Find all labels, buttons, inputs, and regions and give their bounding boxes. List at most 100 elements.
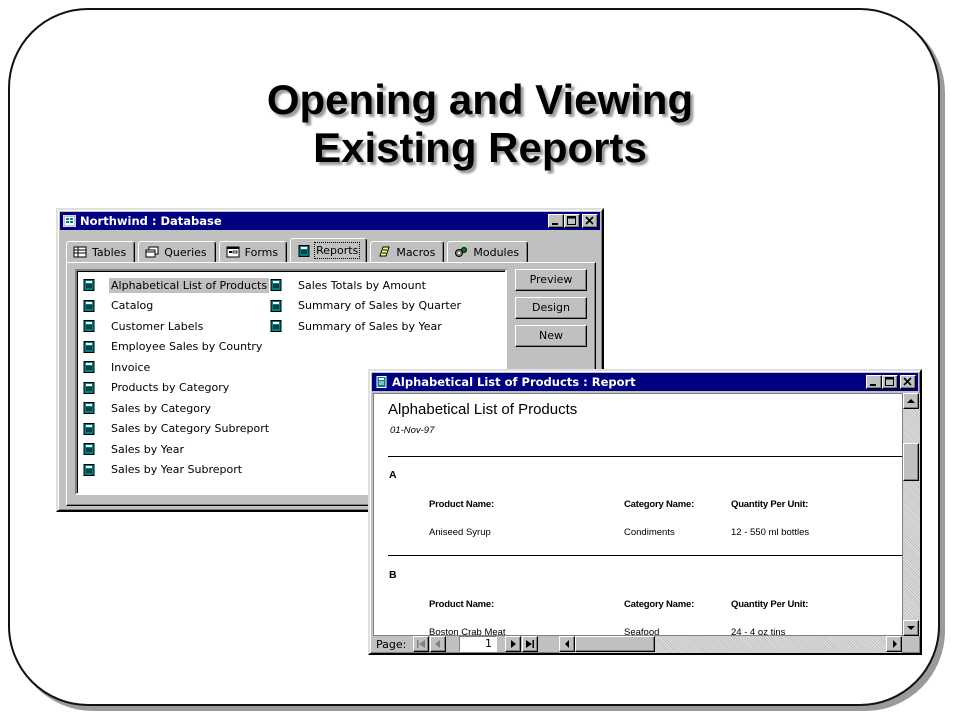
scroll-left-button[interactable] <box>559 636 575 652</box>
report-list-item[interactable]: Summary of Sales by Year <box>270 316 463 337</box>
cell-quantity-per-unit: 24 - 4 oz tins <box>731 627 786 636</box>
report-icon <box>270 299 282 312</box>
close-icon <box>903 377 912 386</box>
database-window-titlebar[interactable]: Northwind : Database <box>60 212 600 230</box>
last-page-button[interactable] <box>522 636 538 652</box>
report-list-item[interactable]: Customer Labels <box>83 316 271 337</box>
report-icon <box>83 463 95 476</box>
scroll-right-button[interactable] <box>886 636 902 652</box>
report-list-item-label: Sales by Category <box>111 401 212 415</box>
maximize-icon <box>567 216 576 225</box>
vertical-scroll-thumb[interactable] <box>903 443 919 481</box>
report-list-item-label: Invoice <box>111 360 151 374</box>
report-list-item-label: Products by Category <box>111 381 230 395</box>
next-page-button[interactable] <box>505 636 521 652</box>
report-list-item-label: Alphabetical List of Products <box>109 277 270 293</box>
report-icon <box>83 279 95 292</box>
report-window[interactable]: Alphabetical List of Products : Report A… <box>368 369 922 655</box>
cell-quantity-per-unit: 12 - 550 ml bottles <box>731 527 810 538</box>
minimize-button[interactable] <box>866 375 882 389</box>
page-number-input[interactable]: 1 <box>459 636 497 652</box>
horizontal-scrollbar[interactable] <box>559 636 902 653</box>
report-icon <box>376 376 387 388</box>
column-header-quantity-per-unit: Quantity Per Unit: <box>731 499 809 510</box>
database-window-title: Northwind : Database <box>80 214 222 228</box>
report-list-item[interactable]: Employee Sales by Country <box>83 337 271 358</box>
maximize-icon <box>885 377 894 386</box>
table-icon <box>73 246 87 258</box>
report-list-item[interactable]: Alphabetical List of Products <box>83 275 271 296</box>
report-list-item-label: Summary of Sales by Year <box>298 319 442 333</box>
preview-button[interactable]: Preview <box>515 269 587 291</box>
minimize-icon <box>552 223 558 225</box>
tab-modules[interactable]: Modules <box>447 241 529 262</box>
report-list-item-label: Sales Totals by Amount <box>298 278 426 292</box>
report-icon <box>83 443 95 456</box>
maximize-button[interactable] <box>564 214 580 228</box>
report-icon <box>83 402 95 415</box>
module-icon <box>455 247 468 257</box>
arrow-down-icon <box>907 626 915 630</box>
report-list-item[interactable]: Products by Category <box>83 378 271 399</box>
report-icon <box>298 244 310 257</box>
next-page-icon <box>511 640 516 648</box>
report-window-title: Alphabetical List of Products : Report <box>392 375 636 389</box>
tab-queries[interactable]: Queries <box>138 241 216 262</box>
scroll-down-button[interactable] <box>903 620 919 636</box>
report-list-item-label: Customer Labels <box>111 319 204 333</box>
report-icon <box>83 299 95 312</box>
column-header-product-name: Product Name: <box>429 499 494 510</box>
previous-page-icon <box>435 640 440 648</box>
group-letter: A <box>389 469 397 481</box>
query-icon <box>145 246 159 258</box>
previous-page-button[interactable] <box>430 636 446 652</box>
report-list-item[interactable]: Sales by Category <box>83 398 271 419</box>
report-list-item[interactable]: Sales Totals by Amount <box>270 275 463 296</box>
tab-reports[interactable]: Reports <box>290 238 368 262</box>
slide-title: Opening and Viewing Existing Reports <box>0 76 960 172</box>
cell-product-name: Boston Crab Meat <box>429 627 506 636</box>
arrow-left-icon <box>565 640 569 648</box>
report-list-item[interactable]: Invoice <box>83 357 271 378</box>
tab-tables[interactable]: Tables <box>66 241 136 262</box>
new-button[interactable]: New <box>515 325 587 347</box>
page-label: Page: <box>376 638 407 651</box>
report-preview-area[interactable]: Alphabetical List of Products 01-Nov-97 … <box>373 393 903 636</box>
horizontal-scroll-thumb[interactable] <box>575 636 655 652</box>
macro-icon <box>379 246 391 257</box>
close-button[interactable] <box>582 214 598 228</box>
tab-forms[interactable]: Forms <box>218 241 288 262</box>
scroll-up-button[interactable] <box>903 393 919 409</box>
report-icon <box>270 279 282 292</box>
report-navigation-bar: Page: 1 <box>373 636 920 653</box>
first-page-icon <box>417 640 425 648</box>
report-list-item[interactable]: Sales by Year Subreport <box>83 460 271 481</box>
close-button[interactable] <box>900 375 916 389</box>
minimize-button[interactable] <box>548 214 564 228</box>
report-list-item[interactable]: Sales by Year <box>83 439 271 460</box>
minimize-icon <box>870 384 876 386</box>
report-list-item-label: Employee Sales by Country <box>111 340 263 354</box>
column-header-category-name: Category Name: <box>624 499 695 510</box>
report-list-item[interactable]: Summary of Sales by Quarter <box>270 296 463 317</box>
report-list-item-label: Summary of Sales by Quarter <box>298 299 462 313</box>
vertical-scrollbar[interactable] <box>903 393 920 636</box>
first-page-button[interactable] <box>413 636 429 652</box>
tab-macros[interactable]: Macros <box>370 241 445 262</box>
report-title: Alphabetical List of Products <box>388 401 578 418</box>
form-icon <box>226 246 240 258</box>
report-list-item[interactable]: Sales by Category Subreport <box>83 419 271 440</box>
report-date: 01-Nov-97 <box>390 425 435 436</box>
report-list-item-label: Sales by Year Subreport <box>111 463 243 477</box>
maximize-button[interactable] <box>882 375 898 389</box>
cell-product-name: Aniseed Syrup <box>429 527 491 538</box>
cell-category-name: Condiments <box>624 527 675 538</box>
report-icon <box>83 361 95 374</box>
design-button[interactable]: Design <box>515 297 587 319</box>
report-list-item[interactable]: Catalog <box>83 296 271 317</box>
report-icon <box>83 340 95 353</box>
cell-category-name: Seafood <box>624 627 660 636</box>
report-window-titlebar[interactable]: Alphabetical List of Products : Report <box>372 373 918 391</box>
database-icon <box>63 215 76 227</box>
report-divider <box>388 555 902 556</box>
